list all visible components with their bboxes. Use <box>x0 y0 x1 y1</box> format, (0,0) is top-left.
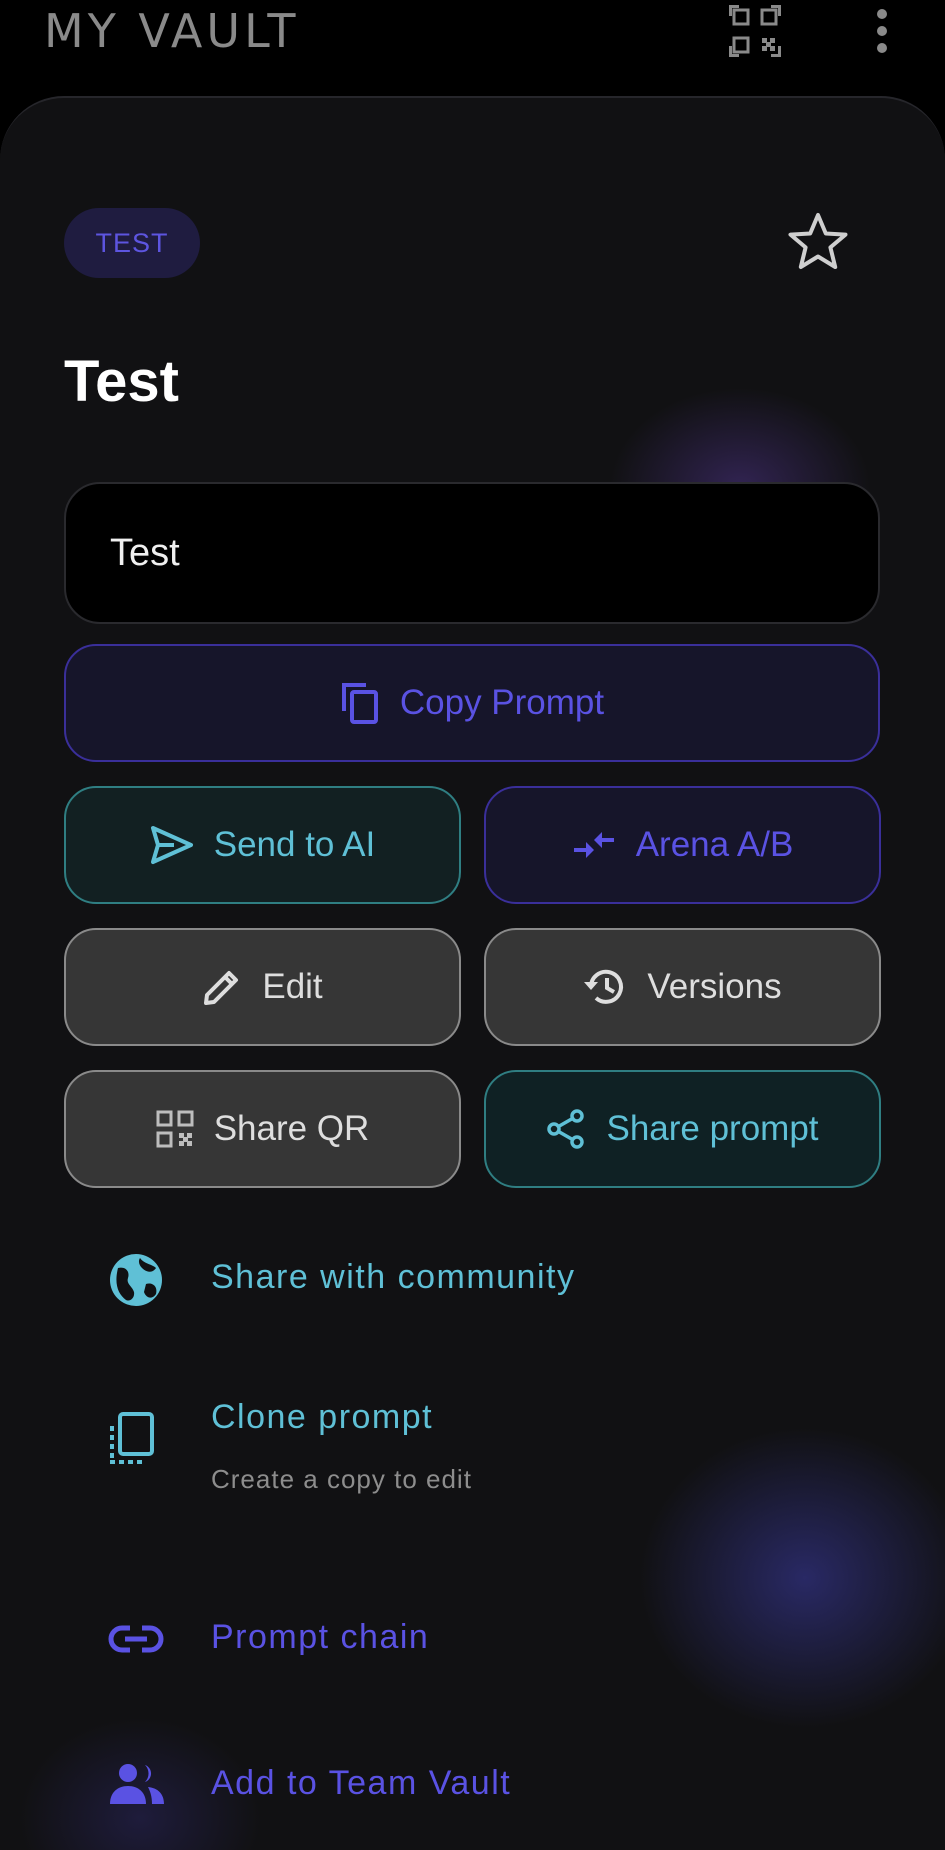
compare-arrows-icon <box>573 832 614 858</box>
share-icon <box>547 1109 585 1149</box>
link-icon <box>108 1625 164 1653</box>
clone-prompt-subtitle: Create a copy to edit <box>211 1464 472 1494</box>
prompt-content-box: Test <box>64 482 880 624</box>
arena-ab-button[interactable]: Arena A/B <box>484 786 881 904</box>
send-icon <box>150 826 193 864</box>
history-icon <box>584 969 624 1004</box>
versions-label: Versions <box>647 967 782 1006</box>
arena-ab-label: Arena A/B <box>635 825 794 864</box>
group-icon <box>110 1764 164 1804</box>
globe-icon <box>110 1254 162 1306</box>
share-prompt-label: Share prompt <box>606 1109 819 1148</box>
prompt-chain-option[interactable]: Prompt chain <box>0 1598 945 1678</box>
clone-prompt-option[interactable]: Clone prompt Create a copy to edit <box>0 1398 945 1518</box>
copy-prompt-button[interactable]: Copy Prompt <box>64 644 880 762</box>
qr-code-icon <box>156 1110 194 1148</box>
share-qr-button[interactable]: Share QR <box>64 1070 461 1188</box>
prompt-title: Test <box>64 349 179 414</box>
prompt-chain-label: Prompt chain <box>211 1618 430 1656</box>
send-to-ai-button[interactable]: Send to AI <box>64 786 461 904</box>
edit-label: Edit <box>262 967 323 1006</box>
top-app-bar: MY VAULT <box>0 0 945 90</box>
add-to-team-vault-label: Add to Team Vault <box>211 1764 512 1802</box>
share-with-community-label: Share with community <box>211 1258 576 1296</box>
send-to-ai-label: Send to AI <box>213 825 376 864</box>
app-title: MY VAULT <box>44 4 300 58</box>
prompt-content: Test <box>110 531 180 574</box>
versions-button[interactable]: Versions <box>484 928 881 1046</box>
clone-prompt-label: Clone prompt <box>211 1398 434 1436</box>
qr-code-icon[interactable] <box>728 4 782 58</box>
share-prompt-button[interactable]: Share prompt <box>484 1070 881 1188</box>
share-with-community-option[interactable]: Share with community <box>0 1238 945 1318</box>
edit-button[interactable]: Edit <box>64 928 461 1046</box>
add-to-team-vault-option[interactable]: Add to Team Vault <box>0 1744 945 1824</box>
category-tag[interactable]: TEST <box>64 208 200 278</box>
copy-icon <box>341 683 378 724</box>
share-qr-label: Share QR <box>213 1109 370 1148</box>
more-vert-icon[interactable] <box>868 6 896 56</box>
copy-prompt-label: Copy Prompt <box>399 683 605 722</box>
edit-pencil-icon <box>204 971 239 1005</box>
clone-icon <box>110 1412 154 1464</box>
prompt-detail-sheet: TEST Test Test Copy Prompt Send to AI Ar… <box>0 96 945 1850</box>
favorite-star-icon[interactable] <box>786 210 850 274</box>
